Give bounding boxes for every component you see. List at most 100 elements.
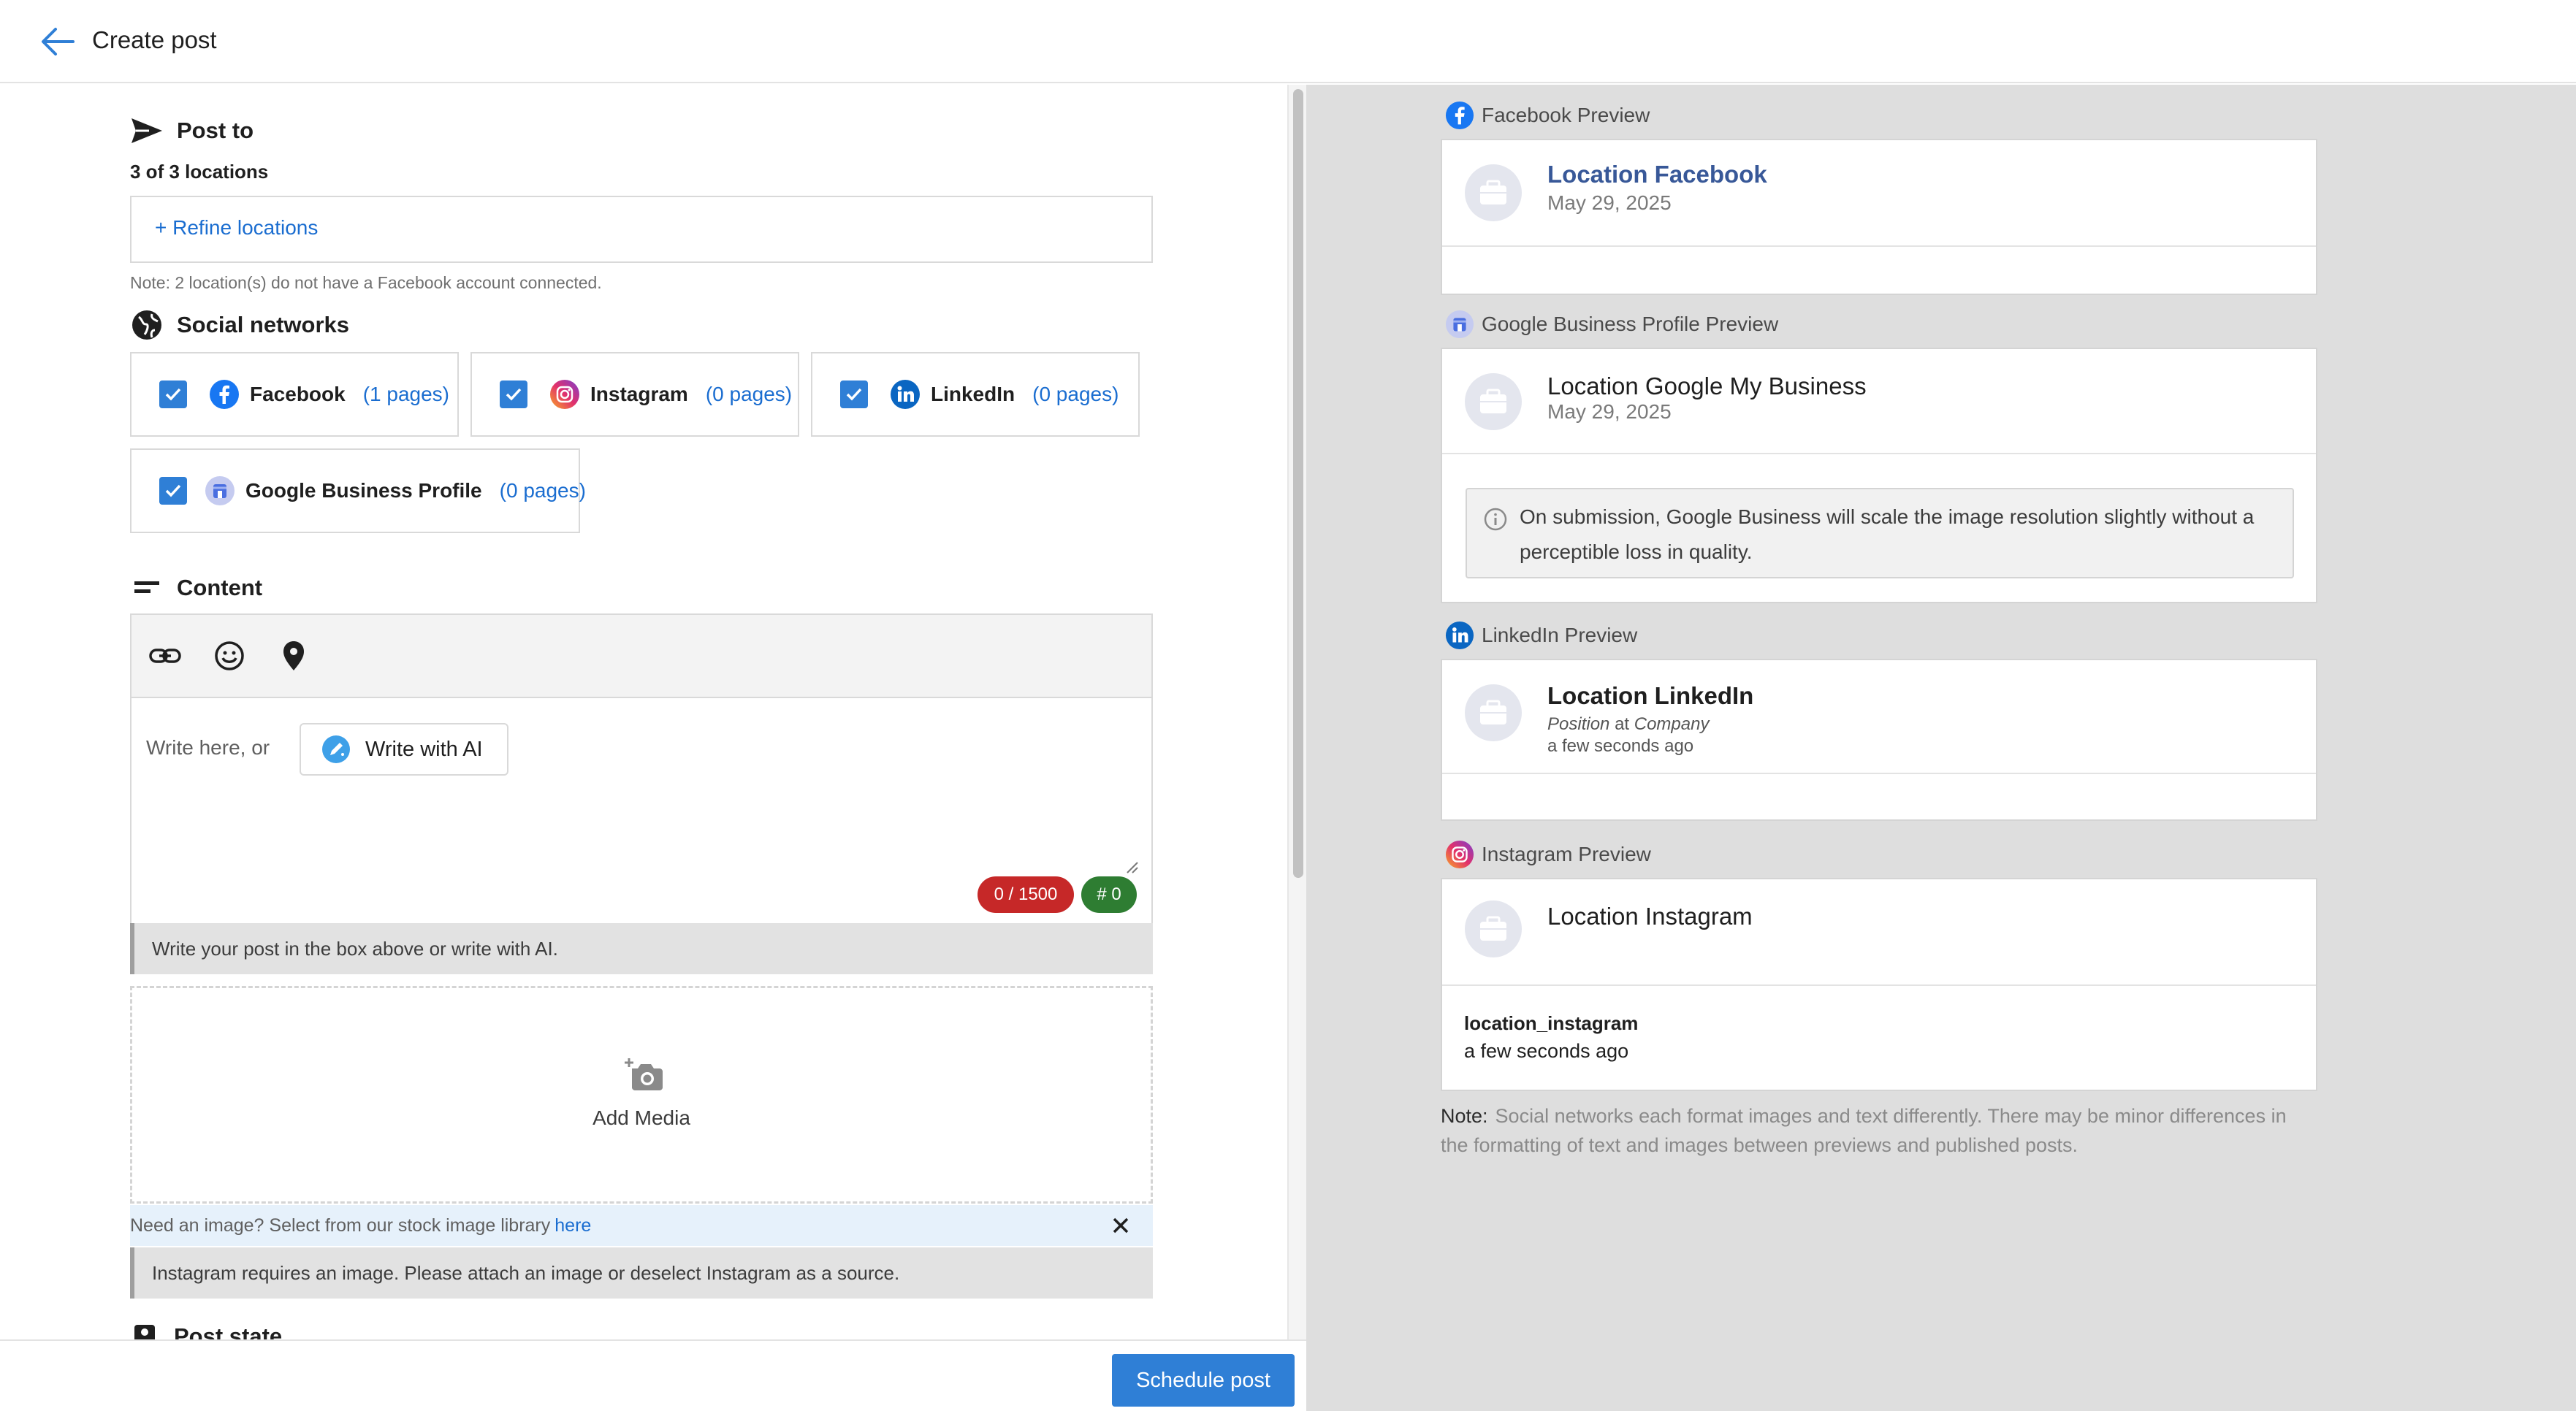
preview-company: Company [1634,714,1710,734]
preview-note-text: Social networks each format images and t… [1441,1105,2287,1156]
post-editor: Write here, or Write with AI [130,613,1153,974]
divider [1442,453,2316,454]
preview-location-name: Location Instagram [1547,903,1753,930]
location-count: 3 of 3 locations [130,161,269,183]
avatar [1464,684,1523,742]
avatar [1464,900,1523,958]
link-icon[interactable] [146,637,184,675]
add-media-dropzone[interactable]: Add Media [130,986,1153,1204]
form-scrollbar[interactable] [1287,85,1306,1411]
instagram-checkbox[interactable] [500,381,527,408]
instagram-preview-card: Location Instagram location_instagram a … [1441,878,2317,1091]
google-business-icon [205,475,235,506]
facebook-icon [209,379,240,410]
top-bar: Create post [0,0,2576,83]
content-hint: Write your post in the box above or writ… [130,923,1153,974]
instagram-image-warning: Instagram requires an image. Please atta… [130,1247,1153,1299]
facebook-label: Facebook [250,383,346,405]
instagram-label: Instagram [590,383,688,405]
network-card-instagram[interactable]: Instagram (0 pages) [470,352,799,437]
scrollbar-thumb[interactable] [1293,89,1303,878]
post-form: Post to 3 of 3 locations + Refine locati… [0,85,1287,1341]
facebook-pages: (1 pages) [362,383,449,405]
write-with-ai-button[interactable]: Write with AI [300,723,508,776]
emoji-icon[interactable] [210,637,248,675]
preview-note-label: Note: [1441,1105,1488,1127]
network-card-linkedin[interactable]: LinkedIn (0 pages) [811,352,1140,437]
google-business-icon [1445,310,1474,339]
network-card-google-business[interactable]: Google Business Profile (0 pages) [130,448,586,533]
google-preview-card: Location Google My Business May 29, 2025… [1441,348,2317,603]
instagram-pages: (0 pages) [705,383,793,405]
linkedin-preview-card: Location LinkedIn Position at Company a … [1441,659,2317,821]
google-business-checkbox[interactable] [159,477,187,505]
refine-locations-box[interactable]: + Refine locations [130,196,1153,263]
facebook-preview-title: Facebook Preview [1482,104,1650,126]
stock-image-prompt: Need an image? Select from our stock ima… [130,1215,551,1236]
google-info-box: On submission, Google Business will scal… [1466,488,2294,578]
preview-position: Position [1547,714,1610,734]
info-icon [1483,507,1508,532]
linkedin-icon [890,379,921,410]
refine-locations-link[interactable]: + Refine locations [155,216,318,240]
google-business-pages: (0 pages) [499,479,586,502]
schedule-post-button[interactable]: Schedule post [1112,1354,1295,1407]
text-lines-icon [130,571,164,605]
globe-icon [130,308,164,342]
resize-handle[interactable] [1125,860,1138,873]
content-heading: Content [130,571,262,605]
linkedin-label: LinkedIn [931,383,1015,405]
preview-note: Note: Social networks each format images … [1441,1101,2317,1160]
facebook-preview-card: Location Facebook May 29, 2025 [1441,139,2317,295]
write-with-ai-label: Write with AI [365,737,483,761]
preview-position-line: Position at Company [1547,714,1709,735]
preview-date: May 29, 2025 [1547,400,1672,423]
post-to-title: Post to [177,118,254,143]
divider [1442,773,2316,774]
location-pin-icon[interactable] [275,637,313,675]
avatar [1464,372,1523,431]
divider [1442,245,2316,247]
avatar [1464,164,1523,222]
preview-date: May 29, 2025 [1547,191,1672,214]
preview-time: a few seconds ago [1464,1040,1629,1062]
back-arrow-icon[interactable] [38,25,76,58]
preview-username: location_instagram [1464,1012,1639,1034]
write-prompt: Write here, or [146,736,270,759]
linkedin-checkbox[interactable] [840,381,868,408]
network-card-facebook[interactable]: Facebook (1 pages) [130,352,459,437]
linkedin-icon [1445,621,1474,650]
stock-image-bar: Need an image? Select from our stock ima… [130,1205,1153,1246]
preview-location-name: Location Google My Business [1547,372,1867,399]
add-photo-icon [625,1055,664,1092]
post-state-icon [130,1322,159,1341]
divider [1442,984,2316,986]
facebook-note: Note: 2 location(s) do not have a Facebo… [130,273,602,292]
ai-pen-icon [321,735,351,764]
instagram-preview-heading: Instagram Preview [1445,840,1651,869]
facebook-preview-heading: Facebook Preview [1445,101,1650,130]
google-info-text: On submission, Google Business will scal… [1520,505,2255,563]
social-networks-title: Social networks [177,312,350,337]
post-state-title: Post state [174,1323,283,1341]
close-icon[interactable] [1110,1215,1131,1236]
preview-panel: Facebook Preview Location Facebook May 2… [1306,85,2576,1411]
instagram-icon [1445,840,1474,869]
character-count-badge: 0 / 1500 [978,876,1074,913]
preview-at: at [1615,714,1630,734]
instagram-icon [549,379,580,410]
stock-image-link[interactable]: here [555,1215,591,1236]
editor-toolbar [132,615,1151,698]
instagram-preview-title: Instagram Preview [1482,843,1651,865]
facebook-checkbox[interactable] [159,381,187,408]
page-title: Create post [92,26,217,53]
add-media-label: Add Media [592,1106,690,1129]
send-icon [130,114,164,148]
post-state-heading: Post state [130,1322,282,1341]
form-footer: Schedule post [0,1339,1306,1411]
facebook-icon [1445,101,1474,130]
linkedin-preview-heading: LinkedIn Preview [1445,621,1637,650]
post-to-heading: Post to [130,114,254,148]
google-preview-title: Google Business Profile Preview [1482,313,1779,335]
linkedin-preview-title: LinkedIn Preview [1482,624,1638,646]
